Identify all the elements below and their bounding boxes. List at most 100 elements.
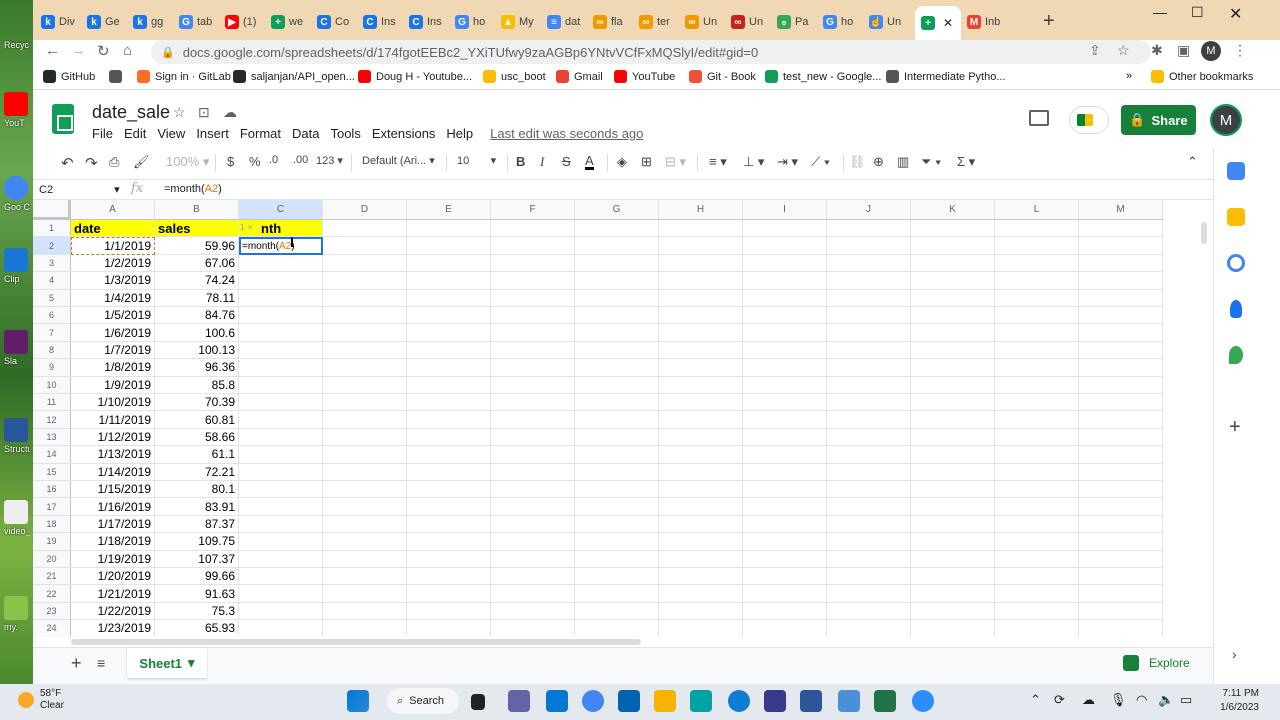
cell[interactable] bbox=[743, 359, 827, 377]
cell[interactable] bbox=[575, 324, 659, 342]
cell[interactable] bbox=[407, 550, 491, 568]
calendar-icon[interactable] bbox=[1227, 162, 1245, 180]
cell[interactable] bbox=[911, 585, 995, 603]
cell[interactable] bbox=[407, 620, 491, 637]
cell[interactable] bbox=[659, 359, 743, 377]
cell[interactable] bbox=[323, 272, 407, 290]
cell[interactable] bbox=[1079, 220, 1163, 238]
cell[interactable] bbox=[239, 515, 323, 534]
address-bar[interactable]: 🔒 docs.google.com/spreadsheets/d/174fgot… bbox=[151, 40, 1151, 64]
cell[interactable] bbox=[659, 376, 743, 394]
date-cell[interactable]: 1/1/2019 bbox=[71, 237, 155, 255]
cell[interactable] bbox=[911, 481, 995, 499]
excel-icon[interactable] bbox=[874, 690, 896, 712]
bookmark-item[interactable]: saljanjan/API_open... bbox=[233, 70, 355, 83]
cell[interactable] bbox=[407, 220, 491, 238]
more-formats-button[interactable]: 123 ▾ bbox=[316, 154, 343, 167]
cell[interactable] bbox=[575, 394, 659, 412]
cell[interactable] bbox=[323, 481, 407, 499]
row-header[interactable]: 19 bbox=[33, 533, 71, 551]
cell[interactable] bbox=[323, 376, 407, 394]
decrease-decimal-button[interactable]: .0 bbox=[269, 154, 278, 166]
add-sheet-button[interactable]: + bbox=[71, 653, 82, 674]
row-header[interactable]: 16 bbox=[33, 481, 71, 499]
sales-cell[interactable]: 87.37 bbox=[155, 515, 239, 534]
cell[interactable] bbox=[575, 254, 659, 273]
cell[interactable] bbox=[323, 620, 407, 637]
cell[interactable] bbox=[239, 324, 323, 342]
cell[interactable] bbox=[491, 585, 575, 603]
cell[interactable] bbox=[491, 620, 575, 637]
cell[interactable] bbox=[911, 550, 995, 568]
cell[interactable] bbox=[575, 446, 659, 464]
cell[interactable] bbox=[827, 620, 911, 637]
browser-tab[interactable]: C Co bbox=[317, 8, 357, 36]
cell[interactable] bbox=[659, 254, 743, 273]
cell[interactable] bbox=[995, 481, 1079, 499]
cell[interactable] bbox=[911, 428, 995, 447]
cell[interactable] bbox=[659, 272, 743, 290]
browser-tab[interactable]: ∞ fla bbox=[593, 8, 633, 36]
bookmark-item[interactable]: Git - Book bbox=[689, 70, 756, 83]
cell[interactable] bbox=[323, 550, 407, 568]
cell[interactable] bbox=[1079, 602, 1163, 621]
cell[interactable] bbox=[743, 324, 827, 342]
cell[interactable] bbox=[911, 498, 995, 516]
text-rotation-icon[interactable]: ⟋ ▾ bbox=[811, 154, 830, 170]
column-header-d[interactable]: D bbox=[323, 200, 407, 220]
cell[interactable] bbox=[827, 428, 911, 447]
menu-data[interactable]: Data bbox=[292, 126, 319, 141]
cell[interactable] bbox=[911, 463, 995, 481]
cell[interactable] bbox=[827, 341, 911, 360]
cell[interactable] bbox=[827, 550, 911, 568]
formula-hint-chip[interactable]: 1 × bbox=[240, 222, 253, 232]
cell[interactable] bbox=[575, 463, 659, 481]
tray-sync-icon[interactable]: ⟳ bbox=[1054, 692, 1065, 708]
date-cell[interactable]: 1/20/2019 bbox=[71, 568, 155, 586]
column-header-c[interactable]: C bbox=[239, 200, 323, 220]
cell[interactable] bbox=[911, 515, 995, 534]
row-header[interactable]: 2 bbox=[33, 237, 71, 255]
cell[interactable] bbox=[995, 237, 1079, 255]
cell[interactable] bbox=[1079, 341, 1163, 360]
cell[interactable] bbox=[995, 341, 1079, 360]
sales-cell[interactable]: 109.75 bbox=[155, 533, 239, 551]
cell[interactable] bbox=[575, 359, 659, 377]
cell[interactable] bbox=[659, 463, 743, 481]
browser-tab[interactable]: k Ge bbox=[87, 8, 127, 36]
sheets-logo-icon[interactable] bbox=[52, 104, 74, 134]
sales-cell[interactable]: 85.8 bbox=[155, 376, 239, 394]
cell[interactable] bbox=[491, 446, 575, 464]
cell[interactable] bbox=[743, 272, 827, 290]
new-tab-button[interactable]: + bbox=[1043, 10, 1055, 33]
cell[interactable] bbox=[1079, 272, 1163, 290]
other-bookmarks-folder[interactable]: Other bookmarks bbox=[1151, 70, 1253, 83]
menu-tools[interactable]: Tools bbox=[330, 126, 360, 141]
cell[interactable] bbox=[239, 394, 323, 412]
sales-cell[interactable]: 100.6 bbox=[155, 324, 239, 342]
taskbar-clock[interactable]: 7:11 PM 1/6/2023 bbox=[1203, 687, 1259, 715]
tray-chevron-icon[interactable]: ⌃ bbox=[1030, 692, 1041, 708]
cell[interactable] bbox=[743, 220, 827, 238]
meet-button[interactable] bbox=[1069, 106, 1109, 134]
menu-extensions[interactable]: Extensions bbox=[372, 126, 436, 141]
slack-taskbar-icon[interactable] bbox=[838, 690, 860, 712]
cell[interactable] bbox=[995, 463, 1079, 481]
date-cell[interactable]: 1/7/2019 bbox=[71, 341, 155, 360]
cell[interactable] bbox=[239, 481, 323, 499]
cell[interactable] bbox=[995, 602, 1079, 621]
document-title[interactable]: date_sale bbox=[92, 102, 170, 123]
text-color-button[interactable]: A bbox=[585, 154, 594, 170]
date-cell[interactable]: 1/2/2019 bbox=[71, 254, 155, 273]
cell[interactable] bbox=[407, 341, 491, 360]
browser-tab[interactable]: Gtab bbox=[179, 8, 219, 36]
cell[interactable] bbox=[239, 585, 323, 603]
browser-tab[interactable]: ▶ (1) bbox=[225, 8, 265, 36]
sales-cell[interactable]: 107.37 bbox=[155, 550, 239, 568]
column-header-f[interactable]: F bbox=[491, 200, 575, 220]
browser-tab[interactable]: Gho bbox=[455, 8, 495, 36]
cell[interactable] bbox=[491, 428, 575, 447]
cell[interactable] bbox=[911, 533, 995, 551]
cell[interactable] bbox=[995, 550, 1079, 568]
date-cell[interactable]: 1/11/2019 bbox=[71, 411, 155, 429]
